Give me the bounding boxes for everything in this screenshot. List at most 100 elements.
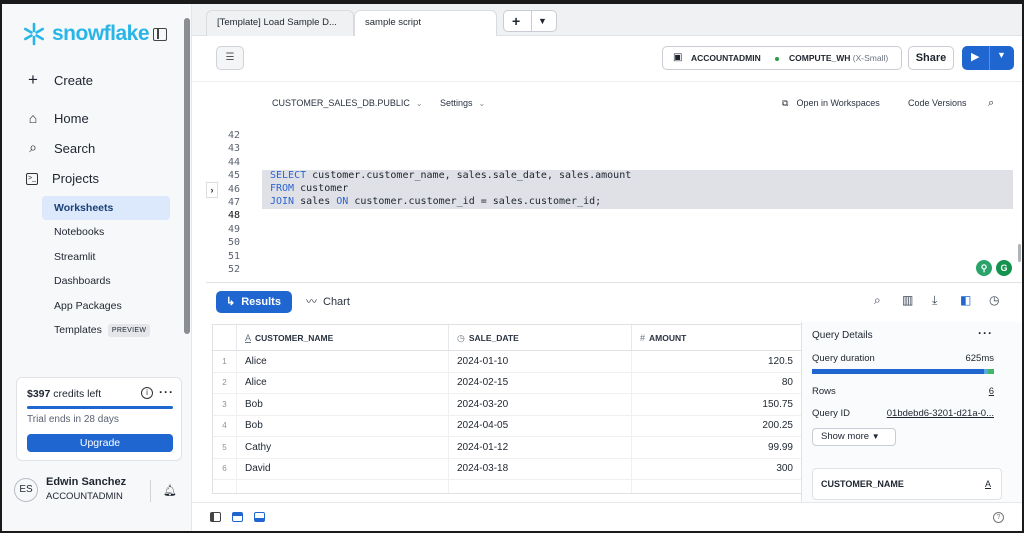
table-cell[interactable]: Bob	[237, 415, 449, 438]
snowflake-logo[interactable]: snowflake	[22, 22, 150, 46]
column-header-sale-date[interactable]: ◷ SALE_DATE	[449, 325, 632, 351]
tab-template-load-sample[interactable]: [Template] Load Sample D...	[206, 10, 354, 36]
top-panel-icon[interactable]	[232, 512, 243, 522]
line-number: 43	[227, 143, 240, 155]
sidebar-item-home[interactable]: ⌂ Home	[26, 110, 89, 126]
code-line[interactable]: FROM customer	[270, 183, 348, 194]
filter-button[interactable]: ☰	[216, 46, 244, 70]
download-icon[interactable]: ⤓	[932, 293, 937, 308]
results-tab[interactable]: ↳ Results	[216, 291, 292, 313]
share-button[interactable]: Share	[908, 46, 954, 70]
table-cell[interactable]: 2024-01-10	[449, 351, 632, 373]
table-cell[interactable]: 150.75	[632, 394, 801, 416]
run-button[interactable]: ▶ ▼	[962, 46, 1014, 70]
role-label: ACCOUNTADMIN	[691, 53, 761, 63]
table-cell[interactable]: 300	[632, 458, 801, 480]
user-role: ACCOUNTADMIN	[46, 491, 123, 502]
left-panel-icon[interactable]	[210, 512, 221, 522]
settings-dropdown[interactable]: Settings ⌄	[440, 98, 485, 108]
code-editor[interactable]: › 42 43 44 45 46 47 48 49 50 51 52 SELECT customer…	[206, 126, 1022, 282]
user-name[interactable]: Edwin Sanchez	[46, 476, 126, 488]
line-number: 47	[227, 197, 240, 208]
query-details-title: Query Details	[812, 330, 873, 341]
table-row[interactable]: 2 Alice 2024-02-15 80	[213, 372, 801, 395]
database-selector[interactable]: CUSTOMER_SALES_DB.PUBLIC ⌄	[272, 98, 423, 108]
column-header-amount[interactable]: # AMOUNT	[632, 325, 801, 351]
tab-sample-script[interactable]: sample script	[354, 10, 497, 36]
table-cell[interactable]: 2024-03-20	[449, 393, 632, 416]
table-cell	[632, 479, 801, 493]
sidebar-item-templates[interactable]: Templates PREVIEW	[42, 318, 170, 342]
history-icon[interactable]: ◷	[989, 293, 999, 307]
editor-scrollbar[interactable]	[1018, 244, 1021, 262]
table-cell[interactable]: 99.99	[632, 437, 801, 459]
create-button[interactable]: + Create	[26, 70, 93, 90]
table-cell[interactable]: 200.25	[632, 415, 801, 437]
chevron-down-icon[interactable]: ▼	[538, 11, 547, 31]
table-cell[interactable]: 2024-01-12	[449, 436, 632, 459]
table-cell[interactable]: 2024-03-18	[449, 458, 632, 480]
sidebar-item-app-packages[interactable]: App Packages	[42, 294, 170, 318]
table-cell[interactable]: 120.5	[632, 351, 801, 373]
table-cell[interactable]: 6	[213, 458, 237, 480]
worksheet-toolbar: ☰ ▣ ACCOUNTADMIN COMPUTE_WH (X-Small) Sh…	[192, 36, 1022, 82]
sidebar-item-dashboards[interactable]: Dashboards	[42, 269, 170, 293]
table-cell[interactable]: Cathy	[237, 436, 449, 459]
table-row[interactable]: 3 Bob 2024-03-20 150.75	[213, 393, 801, 416]
table-cell[interactable]: Alice	[237, 351, 449, 373]
table-cell[interactable]: Alice	[237, 372, 449, 395]
sidebar-scrollbar[interactable]	[184, 18, 190, 334]
expand-panel-button[interactable]: ›	[206, 182, 218, 198]
column-header-customer-name[interactable]: A CUSTOMER_NAME	[237, 325, 449, 351]
bell-icon[interactable]: 🔔︎	[163, 484, 177, 497]
table-row[interactable]: 6 David 2024-03-18 300	[213, 458, 801, 480]
new-tab-button[interactable]: + ▼	[503, 10, 557, 32]
table-cell[interactable]: 80	[632, 372, 801, 394]
table-cell[interactable]: Bob	[237, 393, 449, 416]
more-options-icon[interactable]: ···	[978, 326, 993, 340]
bottom-panel-icon[interactable]	[254, 512, 265, 522]
open-in-workspaces-link[interactable]: ⧉ Open in Workspaces	[782, 98, 880, 109]
create-label: Create	[54, 72, 94, 88]
columns-icon[interactable]: ▥	[902, 293, 913, 307]
sidebar-item-worksheets[interactable]: Worksheets	[42, 196, 170, 220]
table-row[interactable]: 5 Cathy 2024-01-12 99.99	[213, 436, 801, 459]
role-warehouse-selector[interactable]: ▣ ACCOUNTADMIN COMPUTE_WH (X-Small)	[662, 46, 902, 70]
code-versions-button[interactable]: Code Versions	[908, 98, 967, 108]
split-view-icon[interactable]: ◧	[960, 293, 971, 307]
column-stats-card[interactable]: CUSTOMER_NAME A	[812, 468, 1002, 500]
chevron-down-icon[interactable]: ▼	[997, 50, 1006, 60]
show-more-button[interactable]: Show more ▼	[812, 428, 896, 446]
collapse-sidebar-icon[interactable]	[153, 28, 167, 41]
table-cell[interactable]: David	[237, 458, 449, 480]
table-row[interactable]: 1 Alice 2024-01-10 120.5	[213, 351, 801, 373]
grammarly-icon[interactable]: G	[996, 260, 1012, 276]
avatar[interactable]: ES	[14, 478, 38, 502]
search-icon[interactable]: ⌕	[874, 293, 881, 308]
results-table: A CUSTOMER_NAME ◷ SALE_DATE # AMOUNT 1 Alice…	[212, 324, 801, 494]
code-line[interactable]: SELECT customer.customer_name, sales.sal…	[270, 170, 631, 181]
sidebar-item-projects[interactable]: >_ Projects	[26, 171, 99, 186]
sidebar-item-search[interactable]: ⌕ Search	[26, 140, 95, 156]
table-cell[interactable]: 2024-02-15	[449, 372, 632, 395]
sidebar-item-streamlit[interactable]: Streamlit	[42, 245, 170, 269]
query-id-link[interactable]: 01bdebd6-3201-d21a-0...	[887, 408, 994, 419]
table-cell[interactable]: 2	[213, 372, 237, 395]
chart-tab[interactable]: 〰 Chart	[306, 291, 350, 313]
search-icon[interactable]: ⌕	[988, 96, 994, 110]
rows-value[interactable]: 6	[989, 386, 994, 397]
sidebar-item-notebooks[interactable]: Notebooks	[42, 220, 170, 244]
help-icon[interactable]: ?	[993, 512, 1004, 523]
upgrade-button[interactable]: Upgrade	[27, 434, 173, 452]
table-cell[interactable]: 2024-04-05	[449, 415, 632, 438]
table-row[interactable]: 4 Bob 2024-04-05 200.25	[213, 415, 801, 438]
table-cell[interactable]: 1	[213, 351, 237, 373]
table-cell[interactable]: 5	[213, 436, 237, 459]
code-line[interactable]: JOIN sales ON customer.customer_id = sal…	[270, 196, 601, 207]
info-icon[interactable]: i	[141, 387, 153, 399]
more-options-icon[interactable]: ···	[159, 385, 174, 399]
assistant-icon[interactable]: ⚲	[976, 260, 992, 276]
trial-text: Trial ends in 28 days	[27, 414, 119, 425]
table-cell[interactable]: 3	[213, 393, 237, 416]
table-cell[interactable]: 4	[213, 415, 237, 438]
